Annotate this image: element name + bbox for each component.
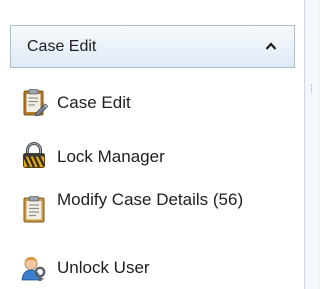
splitter-grip[interactable] — [311, 84, 313, 93]
nav-item-label: Unlock User — [57, 258, 150, 277]
content-area — [305, 0, 319, 289]
clipboard-icon — [23, 196, 45, 223]
nav-item-lock-manager[interactable]: Lock Manager — [20, 141, 295, 173]
padlock-icon — [22, 142, 45, 168]
nav-item-modify-case-details[interactable]: Modify Case Details (56) — [20, 189, 295, 239]
nav-item-case-edit[interactable]: Case Edit — [20, 88, 295, 120]
chevron-up-icon[interactable] — [265, 41, 277, 51]
group-title: Case Edit — [27, 38, 97, 55]
nav-item-label: Modify Case Details (56) — [57, 190, 244, 209]
nav-item-unlock-user[interactable]: Unlock User — [20, 253, 295, 283]
group-header-case-edit[interactable]: Case Edit — [10, 25, 295, 68]
nav-item-label: Case Edit — [57, 93, 131, 112]
nav-item-label: Lock Manager — [57, 147, 165, 166]
user-key-icon — [21, 256, 46, 281]
clipboard-edit-icon — [23, 89, 48, 116]
navigation-pane: Case Edit Case Edit Lock Manager Modify … — [0, 0, 304, 289]
